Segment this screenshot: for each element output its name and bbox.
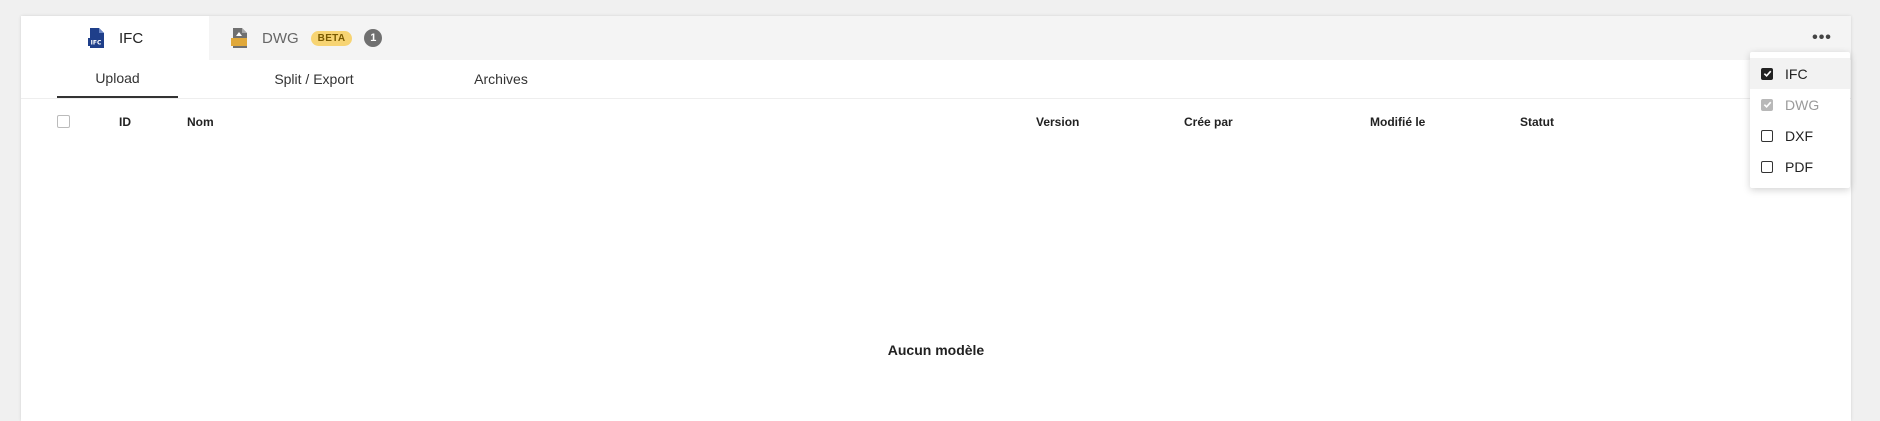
format-option-label: IFC (1785, 65, 1808, 82)
format-option-label: DWG (1785, 96, 1820, 113)
column-name[interactable]: Nom (187, 115, 214, 129)
subtab-bar: Upload Split / Export Archives (21, 60, 1851, 99)
tab-split-export[interactable]: Split / Export (249, 60, 379, 98)
empty-state-message: Aucun modèle (887, 342, 985, 358)
checkbox-unchecked-icon[interactable] (1761, 129, 1773, 142)
format-option-dxf[interactable]: DXF (1750, 120, 1850, 151)
format-option-pdf[interactable]: PDF (1750, 151, 1850, 182)
column-modified[interactable]: Modifié le (1370, 115, 1425, 129)
tab-dwg-label: DWG (262, 29, 299, 47)
column-version[interactable]: Version (1036, 115, 1079, 129)
tab-upload[interactable]: Upload (57, 60, 178, 98)
model-panel: IFC IFC DWG BETA 1 ••• Upload Split / Ex… (21, 16, 1851, 421)
ifc-file-icon: IFC (87, 27, 107, 49)
checkbox-checked-icon[interactable] (1761, 67, 1773, 80)
checkbox-unchecked-icon[interactable] (1761, 160, 1773, 173)
table-header: ID Nom Version Crée par Modifié le Statu… (21, 112, 1851, 132)
file-type-tabbar: IFC IFC DWG BETA 1 ••• (21, 16, 1851, 60)
checkbox-checked-disabled-icon (1761, 98, 1773, 111)
column-status[interactable]: Statut (1520, 115, 1554, 129)
format-option-dwg: DWG (1750, 89, 1850, 120)
beta-badge: BETA (310, 30, 353, 46)
count-badge: 1 (364, 29, 383, 47)
more-horizontal-icon: ••• (1812, 29, 1832, 46)
format-option-ifc[interactable]: IFC (1750, 58, 1850, 89)
format-option-label: DXF (1785, 127, 1813, 144)
more-options-button[interactable]: ••• (1811, 28, 1833, 48)
tab-ifc-label: IFC (119, 29, 144, 47)
format-filter-dropdown: IFC DWG DXF PDF (1750, 52, 1850, 188)
column-id[interactable]: ID (119, 115, 131, 129)
tab-dwg[interactable]: DWG BETA 1 (230, 16, 383, 60)
tab-archives[interactable]: Archives (441, 60, 561, 98)
format-option-label: PDF (1785, 158, 1813, 175)
ifc-icon-text: IFC (91, 40, 102, 47)
column-created-by[interactable]: Crée par (1184, 115, 1233, 129)
select-all-checkbox[interactable] (57, 115, 70, 128)
tab-ifc[interactable]: IFC IFC (21, 16, 209, 60)
dwg-file-icon (230, 27, 250, 49)
